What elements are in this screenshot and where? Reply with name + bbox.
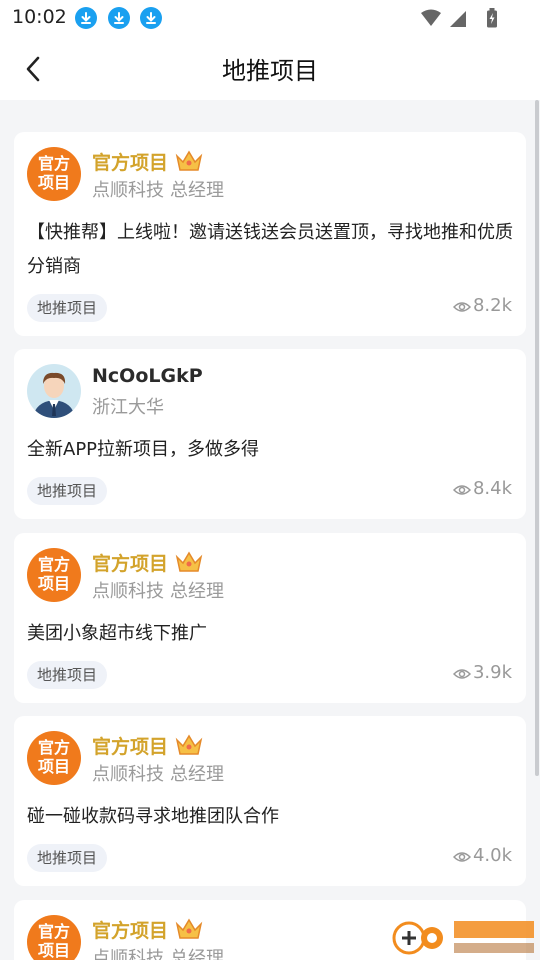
eye-icon <box>452 669 471 679</box>
eye-icon <box>452 302 471 312</box>
project-card[interactable]: 官方 项目 官方项目 点顺科技 总经理 美团小象超市线下推广 地推项目 3.9k <box>14 533 526 703</box>
view-count: 8.2k <box>452 295 512 316</box>
official-project-avatar: 官方 项目 <box>27 147 81 201</box>
post-content: 美团小象超市线下推广 <box>27 623 207 644</box>
author-info: 点顺科技 总经理 <box>92 948 224 960</box>
download-notification-icon <box>108 7 130 29</box>
official-project-avatar: 官方 项目 <box>27 548 81 602</box>
download-notification-icon <box>75 7 97 29</box>
author-name: 官方项目 <box>92 920 169 942</box>
status-time: 10:02 <box>12 6 67 28</box>
battery-icon <box>486 8 498 32</box>
author-name: 官方项目 <box>92 152 169 174</box>
user-avatar <box>27 364 81 418</box>
cellular-signal-icon <box>450 11 466 27</box>
official-project-avatar: 官方 项目 <box>27 731 81 785</box>
view-count: 8.4k <box>452 478 512 499</box>
author-info: 浙江大华 <box>92 397 164 418</box>
author-name: NcOoLGkP <box>92 365 203 387</box>
eye-icon <box>452 852 471 862</box>
category-tag[interactable]: 地推项目 <box>27 477 108 505</box>
author-name: 官方项目 <box>92 736 169 758</box>
site-watermark-logo <box>388 913 540 960</box>
crown-icon <box>174 149 204 177</box>
crown-icon <box>174 917 204 945</box>
page-title: 地推项目 <box>222 57 318 85</box>
view-count: 4.0k <box>452 845 512 866</box>
download-notification-icon <box>140 7 162 29</box>
author-info: 点顺科技 总经理 <box>92 180 224 201</box>
scrollbar[interactable] <box>535 100 539 776</box>
author-info: 点顺科技 总经理 <box>92 764 224 785</box>
author-info: 点顺科技 总经理 <box>92 581 224 602</box>
crown-icon <box>174 550 204 578</box>
app-header: 地推项目 <box>0 38 540 100</box>
view-count: 3.9k <box>452 662 512 683</box>
post-content: 全新APP拉新项目，多做多得 <box>27 439 260 460</box>
crown-icon <box>174 733 204 761</box>
category-tag[interactable]: 地推项目 <box>27 661 108 689</box>
status-bar: 10:02 <box>0 0 540 38</box>
category-tag[interactable]: 地推项目 <box>27 844 108 872</box>
post-content: 【快推帮】上线啦！邀请送钱送会员送置顶，寻找地推和优质分销商 <box>27 222 513 277</box>
project-card[interactable]: 官方 项目 官方项目 点顺科技 总经理 碰一碰收款码寻求地推团队合作 地推项目 4… <box>14 716 526 886</box>
category-tag[interactable]: 地推项目 <box>27 294 108 322</box>
post-content: 碰一碰收款码寻求地推团队合作 <box>27 806 279 827</box>
official-project-avatar: 官方 项目 <box>27 915 81 960</box>
wifi-icon <box>421 9 441 26</box>
author-name: 官方项目 <box>92 553 169 575</box>
project-card[interactable]: NcOoLGkP 浙江大华 全新APP拉新项目，多做多得 地推项目 8.4k <box>14 349 526 519</box>
project-card[interactable]: 官方 项目 官方项目 点顺科技 总经理 【快推帮】上线啦！邀请送钱送会员送置顶，寻… <box>14 132 526 336</box>
eye-icon <box>452 485 471 495</box>
